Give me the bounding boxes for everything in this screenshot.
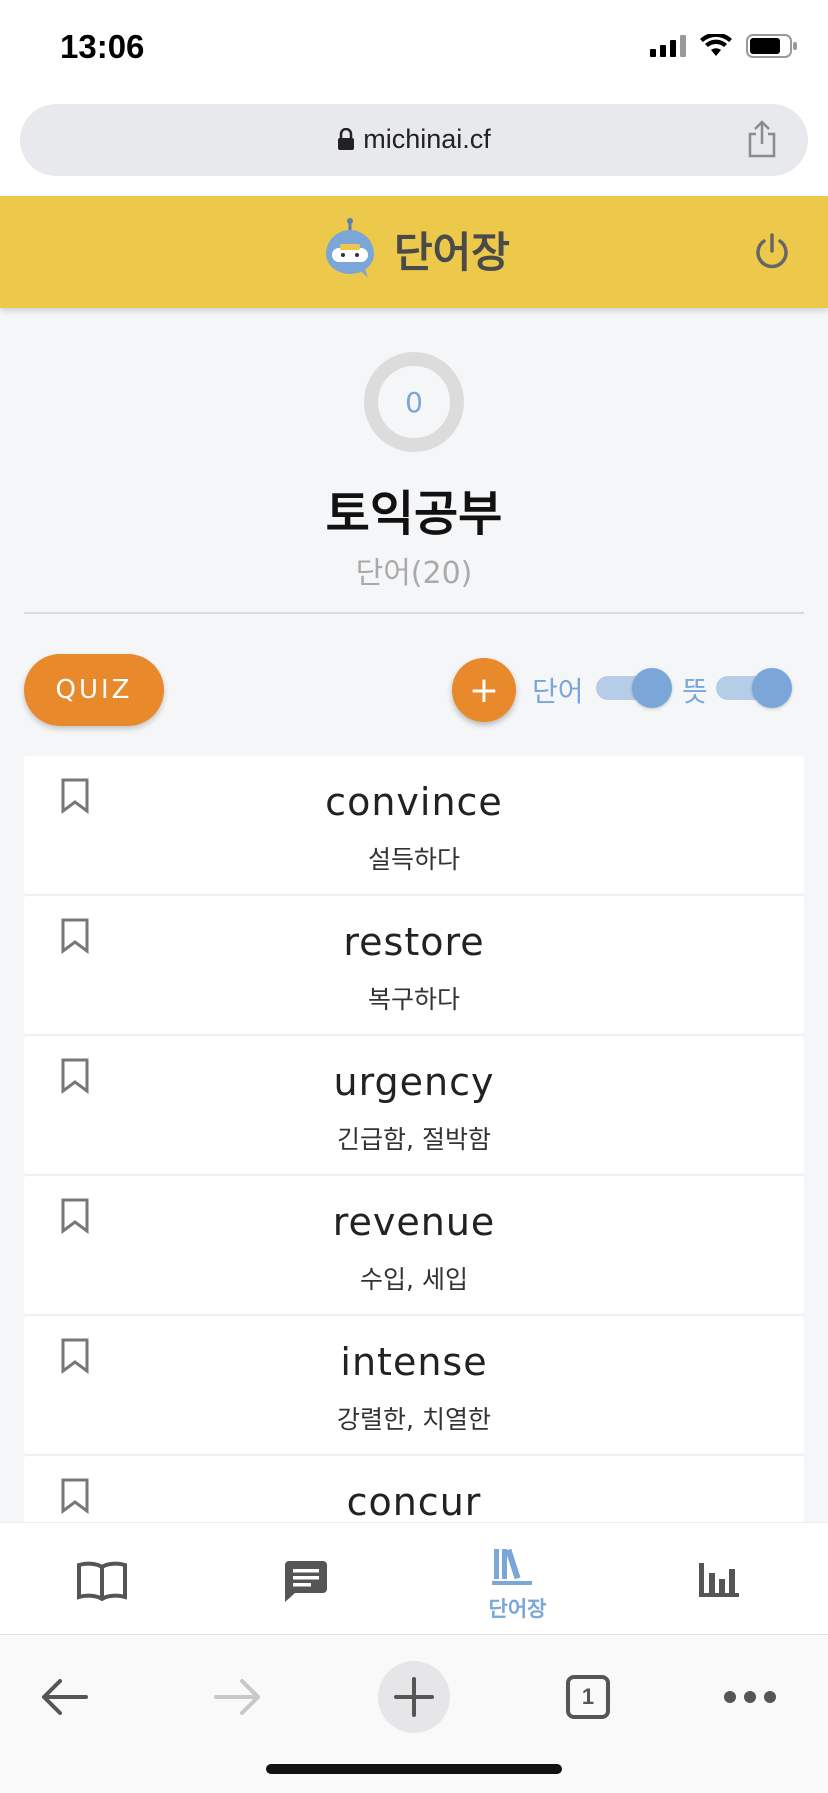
url-bar[interactable]: michinai.cf [20, 104, 808, 176]
library-icon [492, 1548, 532, 1585]
bottom-nav: 단어장 [0, 1522, 828, 1635]
status-time: 13:06 [60, 28, 145, 65]
more-icon[interactable] [722, 1689, 778, 1705]
url-display[interactable]: michinai.cf [20, 124, 808, 155]
add-word-button[interactable]: + [452, 658, 516, 722]
status-bar: 13:06 [0, 0, 828, 96]
word-count-circle: 0 [364, 352, 464, 452]
status-icons [650, 34, 798, 58]
word-card[interactable]: intense 강렬한, 치열한 [24, 1316, 804, 1454]
plus-icon [394, 1677, 434, 1717]
meaning-text: 설득하다 [367, 845, 460, 874]
home-indicator [266, 1764, 562, 1774]
word-card[interactable]: restore 복구하다 [24, 896, 804, 1034]
word-card[interactable]: concur [24, 1456, 804, 1522]
nav-item-book[interactable] [0, 1523, 207, 1635]
meaning-text: 긴급함, 절박함 [337, 1125, 491, 1154]
toggle-knob [752, 668, 792, 708]
back-arrow-icon[interactable] [38, 1675, 90, 1719]
word-text: convince [325, 780, 503, 824]
wifi-icon [700, 34, 732, 56]
divider [24, 612, 804, 614]
app-header: 단어장 [0, 196, 828, 308]
signal-icon [650, 35, 686, 57]
word-list: convince 설득하다 restore 복구하다 urgency 긴급함, … [24, 756, 804, 1522]
power-icon[interactable] [754, 232, 790, 270]
nav-item-stats[interactable] [621, 1523, 828, 1635]
toggle-meaning-switch[interactable] [714, 666, 792, 710]
url-text: michinai.cf [363, 124, 491, 154]
forward-arrow-icon[interactable] [212, 1675, 264, 1719]
word-card[interactable]: revenue 수입, 세입 [24, 1176, 804, 1314]
word-count-value: 0 [405, 385, 423, 419]
lock-icon [338, 128, 355, 150]
header-title: 단어장 [394, 227, 510, 277]
battery-icon [746, 34, 797, 58]
word-text: restore [343, 920, 485, 964]
meaning-text: 강렬한, 치열한 [337, 1405, 491, 1434]
tab-count: 1 [581, 1684, 595, 1709]
nav-item-chat[interactable] [207, 1523, 414, 1635]
vocab-set-subtitle: 단어(20) [355, 556, 473, 591]
word-text: revenue [332, 1200, 496, 1244]
share-icon[interactable] [746, 120, 778, 158]
nav-label-vocabulary: 단어장 [488, 1597, 547, 1621]
word-text: urgency [333, 1060, 495, 1104]
robot-logo-icon [326, 218, 375, 278]
word-text: concur [346, 1480, 482, 1522]
meaning-text: 복구하다 [367, 985, 460, 1014]
chat-icon [285, 1561, 327, 1602]
tab-switcher-button[interactable]: 1 [566, 1675, 610, 1719]
word-text: intense [340, 1340, 488, 1384]
new-tab-button[interactable] [378, 1661, 450, 1733]
book-icon [77, 1561, 127, 1601]
word-card[interactable]: urgency 긴급함, 절박함 [24, 1036, 804, 1174]
quiz-button[interactable]: QUIZ [24, 654, 164, 726]
word-card[interactable]: convince 설득하다 [24, 756, 804, 894]
chart-icon [699, 1563, 739, 1597]
toggle-word-switch[interactable] [594, 666, 672, 710]
toggle-word-label: 단어 [532, 675, 584, 708]
meaning-text: 수입, 세입 [360, 1265, 468, 1294]
toggle-meaning-label: 뜻 [682, 675, 708, 708]
toggle-knob [632, 668, 672, 708]
nav-item-vocabulary[interactable]: 단어장 [414, 1523, 621, 1635]
header-brand: 단어장 [0, 218, 828, 280]
vocab-set-title: 토익공부 [325, 486, 503, 542]
browser-url-area: michinai.cf [0, 96, 828, 196]
